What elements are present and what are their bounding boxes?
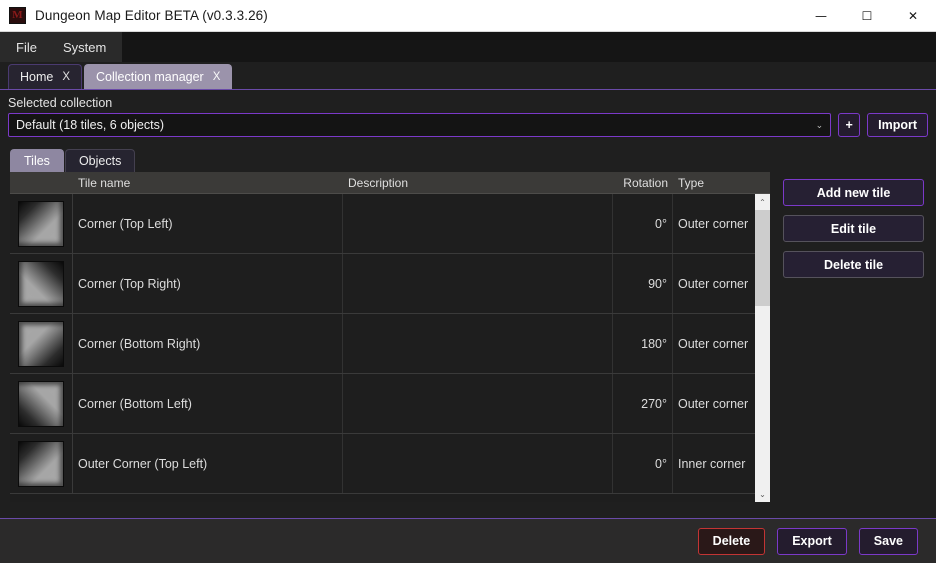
tile-thumbnail-cell	[10, 434, 73, 493]
tile-thumbnail-icon	[18, 380, 64, 427]
maximize-icon[interactable]: ☐	[844, 0, 890, 32]
collection-dropdown[interactable]: Default (18 tiles, 6 objects) ⌄	[8, 113, 832, 137]
tile-type-cell: Outer corner	[678, 216, 749, 231]
tile-type-cell: Outer corner	[678, 336, 749, 351]
tab-home-label: Home	[20, 70, 54, 84]
tab-collection-manager-label: Collection manager	[96, 70, 204, 84]
edit-tile-button[interactable]: Edit tile	[783, 215, 924, 242]
tile-rotation-cell: 90°	[613, 254, 673, 313]
export-button[interactable]: Export	[777, 527, 847, 555]
tab-tiles[interactable]: Tiles	[10, 149, 64, 172]
tile-name-cell: Corner (Top Right)	[73, 254, 343, 313]
collection-dropdown-value: Default (18 tiles, 6 objects)	[16, 118, 164, 132]
menu-bar: File System	[0, 32, 936, 62]
tiles-table: Tile name Description Rotation Type Corn…	[10, 172, 770, 502]
column-header-tile-name[interactable]: Tile name	[73, 176, 343, 190]
minimize-icon[interactable]: —	[798, 0, 844, 32]
tab-home-close-icon[interactable]: X	[62, 71, 70, 83]
window-controls: — ☐ ✕	[798, 0, 936, 32]
scroll-down-icon[interactable]: ⌄	[755, 486, 770, 502]
tile-thumbnail-icon	[18, 440, 64, 487]
delete-button[interactable]: Delete	[697, 527, 766, 555]
tile-thumbnail-cell	[10, 374, 73, 433]
tile-description-cell	[343, 374, 613, 433]
column-header-description[interactable]: Description	[343, 176, 613, 190]
tab-strip: Home X Collection manager X	[0, 62, 936, 90]
tab-objects[interactable]: Objects	[64, 149, 136, 172]
tab-collection-manager[interactable]: Collection manager X	[84, 64, 233, 89]
scrollbar-track[interactable]	[755, 210, 770, 486]
scrollbar-thumb[interactable]	[755, 210, 770, 306]
menu-bar-items: File System	[0, 32, 123, 62]
tile-thumbnail-icon	[18, 320, 64, 367]
bottom-action-bar: Delete Export Save	[0, 518, 936, 563]
tile-thumbnail-cell	[10, 254, 73, 313]
tile-description-cell	[343, 314, 613, 373]
column-header-rotation[interactable]: Rotation	[613, 176, 673, 190]
add-collection-button[interactable]: +	[838, 113, 861, 137]
delete-tile-button[interactable]: Delete tile	[783, 251, 924, 278]
main-panel: Tile name Description Rotation Type Corn…	[0, 172, 936, 502]
selected-collection-label: Selected collection	[8, 96, 113, 110]
table-row[interactable]: Outer Corner (Top Left) 0° Inner corner	[10, 434, 755, 494]
tab-home[interactable]: Home X	[8, 64, 83, 89]
tile-rotation-cell: 270°	[613, 374, 673, 433]
tile-name-cell: Corner (Bottom Right)	[73, 314, 343, 373]
tile-thumbnail-icon	[18, 200, 64, 247]
menu-item-system[interactable]: System	[50, 32, 119, 62]
app-icon: M	[9, 7, 26, 24]
chevron-down-icon: ⌄	[815, 119, 824, 130]
tile-type-cell: Outer corner	[678, 396, 749, 411]
window-title: Dungeon Map Editor BETA (v0.3.3.26)	[35, 8, 268, 23]
save-button[interactable]: Save	[858, 527, 918, 555]
tile-action-buttons: Add new tile Edit tile Delete tile	[770, 172, 936, 502]
app-body: Home X Collection manager X Selected col…	[0, 62, 936, 563]
tile-name-cell: Corner (Bottom Left)	[73, 374, 343, 433]
table-body: Corner (Top Left) 0° Outer corner Corner (T…	[10, 194, 755, 502]
column-header-type[interactable]: Type	[673, 176, 761, 190]
tile-thumbnail-icon	[18, 260, 64, 307]
tile-thumbnail-cell	[10, 194, 73, 253]
scroll-up-icon[interactable]: ⌃	[755, 194, 770, 210]
menu-item-file[interactable]: File	[3, 32, 50, 62]
add-new-tile-button[interactable]: Add new tile	[783, 179, 924, 206]
table-row[interactable]: Corner (Top Left) 0° Outer corner	[10, 194, 755, 254]
tile-name-cell: Outer Corner (Top Left)	[73, 434, 343, 493]
inner-tab-strip: Tiles Objects	[0, 148, 936, 172]
tile-description-cell	[343, 434, 613, 493]
table-body-container: Corner (Top Left) 0° Outer corner Corner (T…	[10, 194, 770, 502]
tile-rotation-cell: 0°	[613, 434, 673, 493]
tile-type-cell: Outer corner	[678, 276, 749, 291]
table-row[interactable]: Corner (Bottom Right) 180° Outer corner	[10, 314, 755, 374]
table-row[interactable]: Corner (Bottom Left) 270° Outer corner	[10, 374, 755, 434]
tile-rotation-cell: 180°	[613, 314, 673, 373]
tile-description-cell	[343, 194, 613, 253]
tab-collection-manager-close-icon[interactable]: X	[213, 71, 221, 83]
tile-description-cell	[343, 254, 613, 313]
title-bar: M Dungeon Map Editor BETA (v0.3.3.26) — …	[0, 0, 936, 32]
tile-name-cell: Corner (Top Left)	[73, 194, 343, 253]
tile-thumbnail-cell	[10, 314, 73, 373]
close-icon[interactable]: ✕	[890, 0, 936, 32]
tile-type-cell: Inner corner	[678, 456, 746, 471]
table-row[interactable]: Corner (Top Right) 90° Outer corner	[10, 254, 755, 314]
table-scrollbar[interactable]: ⌃ ⌄	[755, 194, 770, 502]
tile-rotation-cell: 0°	[613, 194, 673, 253]
import-button[interactable]: Import	[867, 113, 928, 137]
collection-row: Default (18 tiles, 6 objects) ⌄ + Import	[0, 113, 936, 137]
table-header-row: Tile name Description Rotation Type	[10, 172, 770, 194]
